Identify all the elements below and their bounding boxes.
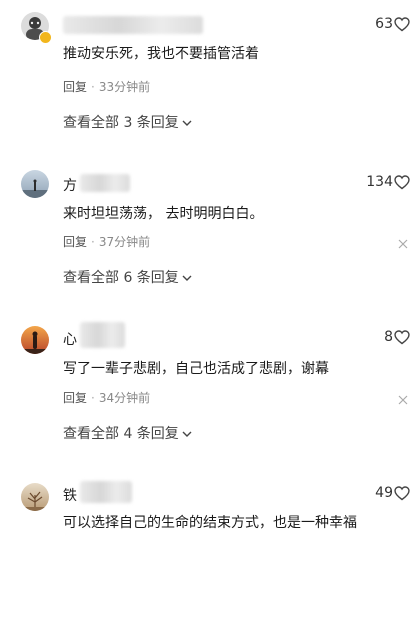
- username-redaction: [63, 16, 203, 34]
- like-count: 49: [375, 485, 393, 501]
- username[interactable]: 铁: [63, 485, 77, 505]
- view-replies-button[interactable]: 查看全部 3 条回复: [63, 112, 192, 132]
- separator-dot: ·: [91, 391, 95, 405]
- reply-button[interactable]: 回复: [63, 235, 87, 249]
- timestamp: 37分钟前: [98, 235, 151, 249]
- username-redaction: [80, 481, 132, 503]
- username-redaction: [80, 174, 130, 192]
- view-replies-label: 查看全部 6 条回复: [63, 270, 179, 286]
- chevron-down-icon: [182, 431, 192, 437]
- comment-item: 方 134 来时坦坦荡荡， 去时明明白白。 回复 · 37分钟前 查看全部 6 条回…: [0, 157, 420, 307]
- chevron-down-icon: [182, 120, 192, 126]
- comment-text: 来时坦坦荡荡， 去时明明白白。: [63, 206, 264, 222]
- close-icon[interactable]: [398, 239, 408, 249]
- comment-item: 63 推动安乐死，我也不要插管活着 回复 · 33分钟前 查看全部 3 条回复: [0, 0, 420, 150]
- comment-text: 推动安乐死，我也不要插管活着: [63, 46, 259, 62]
- chevron-down-icon: [182, 275, 192, 281]
- view-replies-button[interactable]: 查看全部 4 条回复: [63, 423, 192, 443]
- separator-dot: ·: [91, 235, 95, 249]
- view-replies-button[interactable]: 查看全部 6 条回复: [63, 267, 192, 287]
- like-count: 63: [375, 16, 393, 32]
- reply-button[interactable]: 回复: [63, 80, 87, 94]
- view-replies-label: 查看全部 3 条回复: [63, 115, 179, 131]
- like-count: 8: [384, 329, 393, 345]
- timestamp: 34分钟前: [98, 391, 151, 405]
- comment-meta: 回复 · 37分钟前: [63, 233, 150, 250]
- avatar[interactable]: [21, 483, 49, 511]
- comment-item: 心 8 写了一辈子悲剧，自己也活成了悲剧，谢幕 回复 · 34分钟前 查看全部 4 …: [0, 311, 420, 461]
- comment-meta: 回复 · 33分钟前: [63, 78, 150, 95]
- timestamp: 33分钟前: [98, 80, 151, 94]
- verified-badge-icon: [39, 31, 52, 44]
- like-count: 134: [366, 174, 393, 190]
- username[interactable]: 心: [63, 329, 77, 349]
- heart-outline-icon[interactable]: [394, 175, 410, 190]
- heart-outline-icon[interactable]: [394, 330, 410, 345]
- avatar[interactable]: [21, 170, 49, 198]
- username[interactable]: 方: [63, 175, 77, 195]
- comment-item: 铁 49 可以选择自己的生命的结束方式，也是一种幸福: [0, 470, 420, 620]
- comment-text: 写了一辈子悲剧，自己也活成了悲剧，谢幕: [63, 361, 329, 377]
- comment-meta: 回复 · 34分钟前: [63, 389, 150, 406]
- username-redaction: [80, 322, 125, 348]
- close-icon[interactable]: [398, 395, 408, 405]
- heart-outline-icon[interactable]: [394, 17, 410, 32]
- heart-outline-icon[interactable]: [394, 486, 410, 501]
- avatar[interactable]: [21, 326, 49, 354]
- reply-button[interactable]: 回复: [63, 391, 87, 405]
- separator-dot: ·: [91, 80, 95, 94]
- view-replies-label: 查看全部 4 条回复: [63, 426, 179, 442]
- comment-text: 可以选择自己的生命的结束方式，也是一种幸福: [63, 515, 357, 531]
